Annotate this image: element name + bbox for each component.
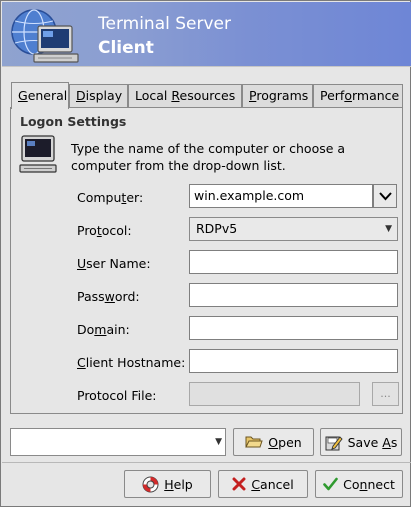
tab-general[interactable]: General — [11, 82, 69, 109]
help-button[interactable]: Help — [124, 470, 211, 498]
protocol-selected-value: RDPv5 — [196, 221, 238, 236]
password-label: Password: — [77, 289, 140, 304]
folder-open-icon — [245, 436, 263, 448]
protocol-select[interactable]: RDPv5 ▼ — [189, 217, 398, 241]
protocol-file-label: Protocol File: — [77, 388, 157, 403]
tab-performance[interactable]: Performance — [313, 84, 403, 108]
logon-settings-heading: Logon Settings — [20, 114, 127, 129]
instructions-text: Type the name of the computer or choose … — [71, 141, 346, 173]
connect-button[interactable]: Connect — [315, 470, 403, 498]
header-banner: Terminal Server Client — [2, 2, 411, 67]
tab-programs[interactable]: Programs — [242, 84, 313, 108]
protocol-file-browse-button: ... — [372, 382, 399, 406]
footer-separator — [2, 462, 411, 463]
terminal-server-client-window: Terminal Server Client General Display L… — [0, 0, 411, 507]
banner-subtitle: Client — [98, 38, 154, 58]
client-hostname-label: Client Hostname: — [77, 355, 186, 370]
help-lifebuoy-icon — [142, 476, 159, 492]
computer-icon — [19, 135, 57, 173]
save-as-button[interactable]: Save As — [320, 428, 402, 456]
client-hostname-input[interactable] — [189, 349, 398, 373]
protocol-file-input — [189, 382, 360, 406]
protocol-label: Protocol: — [77, 223, 132, 238]
chevron-down-icon — [378, 191, 392, 200]
save-as-icon — [325, 435, 343, 450]
computer-dropdown-button[interactable] — [373, 184, 397, 208]
connection-profile-combo[interactable]: ▼ — [10, 428, 226, 456]
tab-display[interactable]: Display — [69, 84, 128, 108]
password-input[interactable] — [189, 283, 398, 307]
username-input[interactable] — [189, 250, 398, 274]
tab-local-resources[interactable]: Local Resources — [128, 84, 242, 108]
cancel-button[interactable]: Cancel — [218, 470, 308, 498]
close-icon — [232, 477, 246, 491]
checkmark-icon — [323, 477, 338, 491]
general-tab-panel: Logon Settings Type the name of the comp… — [10, 107, 403, 414]
domain-input[interactable] — [189, 316, 398, 340]
computer-combo-input[interactable]: win.example.com — [189, 184, 373, 208]
computer-label: Computer: — [77, 190, 144, 205]
dropdown-arrow-icon: ▼ — [385, 224, 392, 234]
username-label: User Name: — [77, 256, 151, 271]
banner-title: Terminal Server — [98, 14, 231, 34]
computer-globe-icon — [11, 9, 79, 63]
domain-label: Domain: — [77, 322, 130, 337]
open-button[interactable]: Open — [233, 428, 314, 456]
dropdown-arrow-icon: ▼ — [215, 437, 222, 447]
